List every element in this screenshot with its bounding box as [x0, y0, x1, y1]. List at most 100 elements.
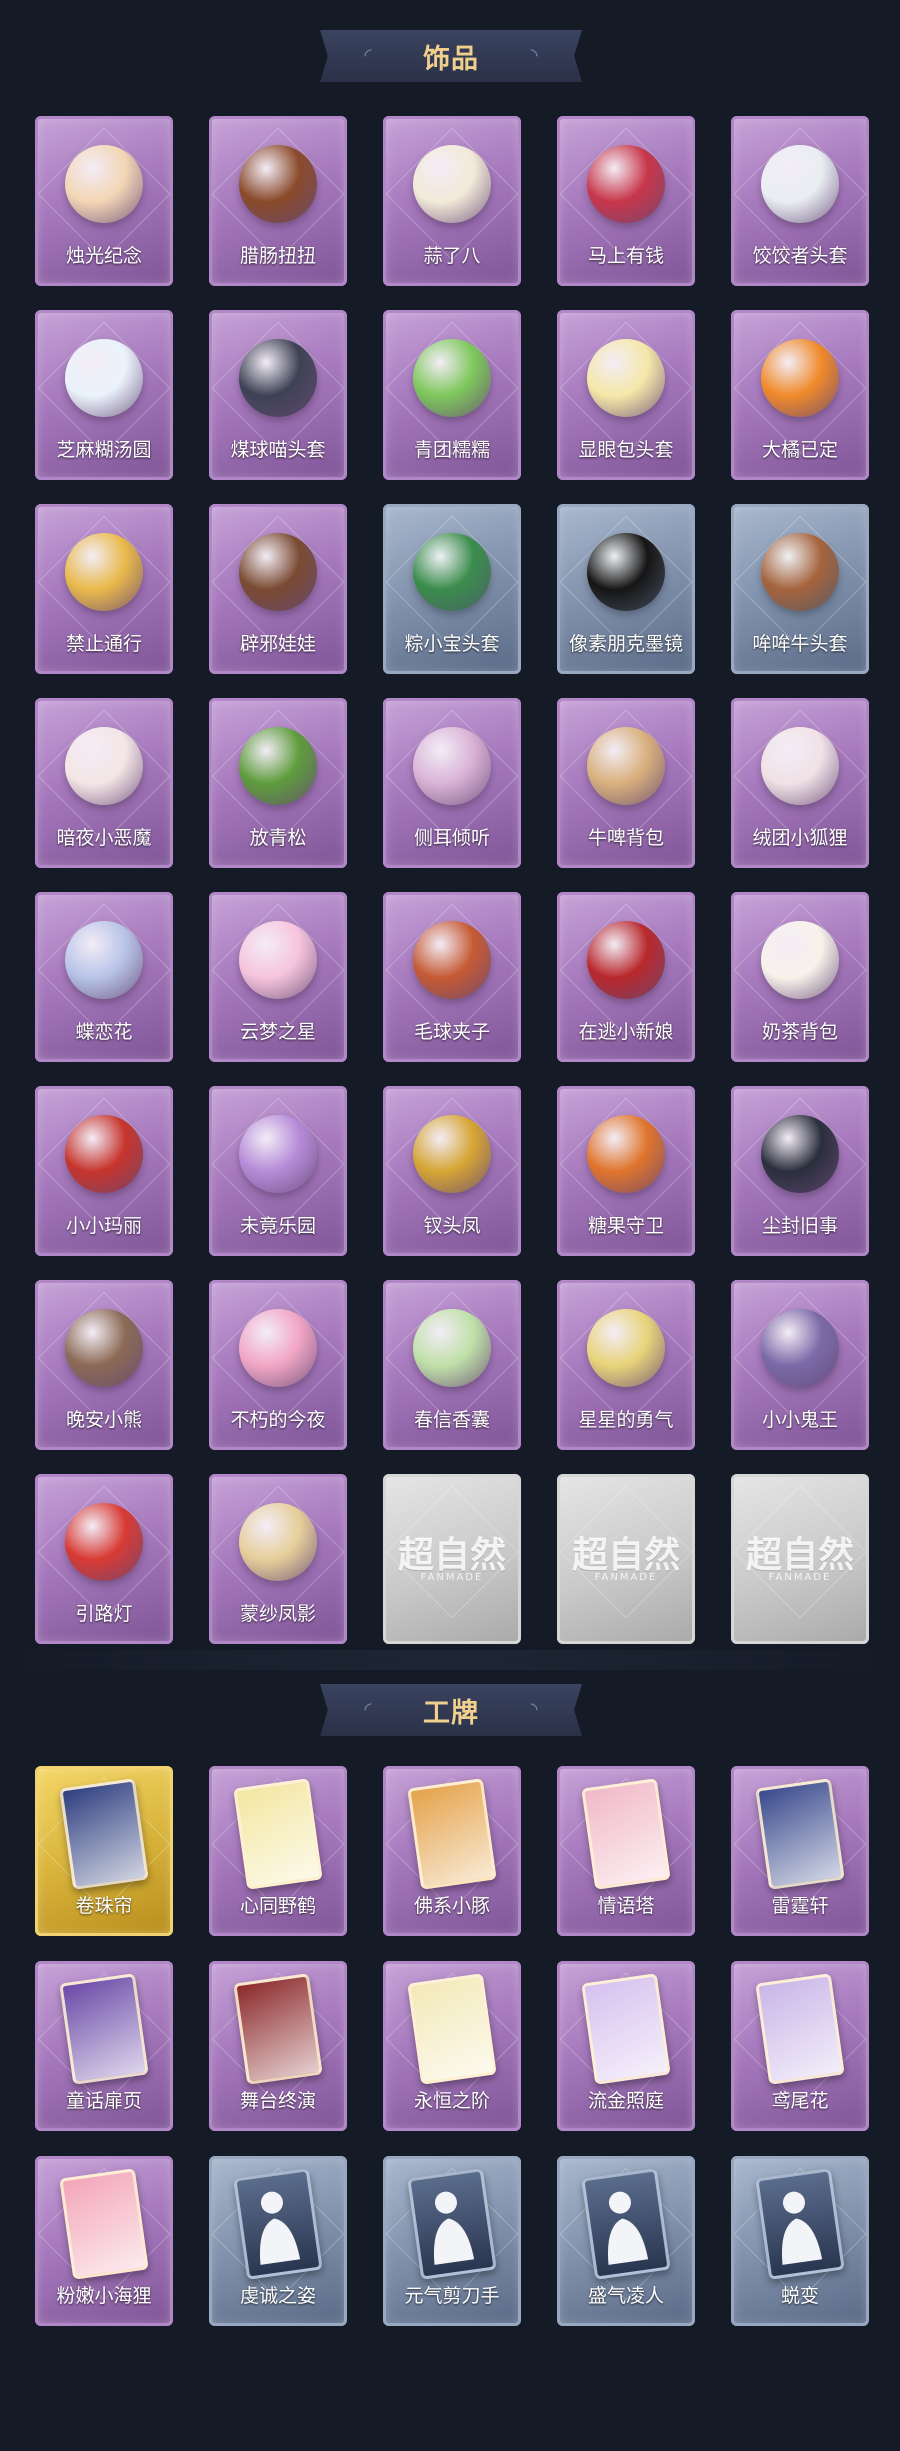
- badge-card[interactable]: 卷珠帘: [35, 1766, 173, 1936]
- accessory-card[interactable]: 烛光纪念: [35, 116, 173, 286]
- orange-slice-icon: [752, 326, 848, 430]
- lantern-icon: [56, 1490, 152, 1594]
- accessory-card[interactable]: 侧耳倾听: [383, 698, 521, 868]
- accessory-card[interactable]: 小小鬼王: [731, 1280, 869, 1450]
- accessory-card[interactable]: 大橘已定: [731, 310, 869, 480]
- accessory-card[interactable]: 绒团小狐狸: [731, 698, 869, 868]
- badge-card-icon: [578, 1778, 674, 1890]
- badge-card-icon: [56, 2168, 152, 2280]
- accessory-card[interactable]: 不朽的今夜: [209, 1280, 347, 1450]
- accessory-card[interactable]: 尘封旧事: [731, 1086, 869, 1256]
- accessory-card[interactable]: 暗夜小恶魔: [35, 698, 173, 868]
- badge-card[interactable]: 舞台终演: [209, 1961, 347, 2131]
- accessory-card[interactable]: 粽小宝头套: [383, 504, 521, 674]
- badge-card[interactable]: 雷霆轩: [731, 1766, 869, 1936]
- accessory-card[interactable]: 小小玛丽: [35, 1086, 173, 1256]
- badge-card[interactable]: 佛系小豚: [383, 1766, 521, 1936]
- accessory-card[interactable]: 蝶恋花: [35, 892, 173, 1062]
- badge-card[interactable]: 鸢尾花: [731, 1961, 869, 2131]
- accessory-card[interactable]: 糖果守卫: [557, 1086, 695, 1256]
- badge-card[interactable]: 元气剪刀手: [383, 2156, 521, 2326]
- accessory-card[interactable]: 奶茶背包: [731, 892, 869, 1062]
- badge-card-icon: [578, 1973, 674, 2085]
- placeholder-logo-sub: FANMADE: [420, 1572, 484, 1583]
- accessory-card[interactable]: 放青松: [209, 698, 347, 868]
- card-label: 像素朋克墨镜: [568, 633, 683, 655]
- accessory-card[interactable]: 超自然 FANMADE: [731, 1474, 869, 1644]
- red-panda-clip-icon: [404, 908, 500, 1012]
- beer-mug-backpack-icon: [578, 714, 674, 818]
- card-label: 哞哞牛头套: [752, 633, 848, 655]
- accessory-card[interactable]: 星星的勇气: [557, 1280, 695, 1450]
- accessory-card[interactable]: 显眼包头套: [557, 310, 695, 480]
- card-label: 永恒之阶: [413, 2090, 490, 2112]
- badge-card-icon: [56, 1973, 152, 2085]
- dumpling-head-icon: [752, 132, 848, 236]
- placeholder-logo-sub: FANMADE: [594, 1572, 658, 1583]
- accessory-card[interactable]: 辟邪娃娃: [209, 504, 347, 674]
- badge-card[interactable]: 虔诚之姿: [209, 2156, 347, 2326]
- accessory-card[interactable]: 云梦之星: [209, 892, 347, 1062]
- accessory-card[interactable]: 煤球喵头套: [209, 310, 347, 480]
- accessory-card[interactable]: 超自然 FANMADE: [557, 1474, 695, 1644]
- accessory-card[interactable]: 青团糯糯: [383, 310, 521, 480]
- card-label: 鸢尾花: [771, 2090, 829, 2112]
- pumpkin-guard-icon: [578, 1102, 674, 1206]
- badges-section: ◜ 工牌 ◝ 卷珠帘 心同野鹤 佛系小豚 情语塔 雷霆轩童话扉页 舞台终演 永恒之阶 流金照庭…: [0, 1650, 900, 2451]
- accessory-card[interactable]: 腊肠扭扭: [209, 116, 347, 286]
- bride-veil-icon: [578, 908, 674, 1012]
- badge-card[interactable]: 粉嫩小海狸: [35, 2156, 173, 2326]
- accessory-card[interactable]: 晚安小熊: [35, 1280, 173, 1450]
- badge-card[interactable]: 童话扉页: [35, 1961, 173, 2131]
- green-dumpling-icon: [404, 326, 500, 430]
- placeholder-logo: 超自然: [745, 1534, 854, 1576]
- badge-card-icon: [752, 1973, 848, 2085]
- accessory-card[interactable]: 引路灯: [35, 1474, 173, 1644]
- badge-card[interactable]: 心同野鹤: [209, 1766, 347, 1936]
- badge-card[interactable]: 盛气凌人: [557, 2156, 695, 2326]
- card-label: 引路灯: [75, 1603, 133, 1625]
- phoenix-crown-icon: [404, 1102, 500, 1206]
- card-label: 尘封旧事: [761, 1215, 838, 1237]
- accessory-card[interactable]: 蒜了八: [383, 116, 521, 286]
- pixel-sunglasses-icon: [578, 520, 674, 624]
- card-label: 毛球夹子: [413, 1021, 490, 1043]
- accessory-card[interactable]: 马上有钱: [557, 116, 695, 286]
- lightbulb-head-icon: [578, 326, 674, 430]
- accessory-card[interactable]: 牛啤背包: [557, 698, 695, 868]
- accessory-card[interactable]: 毛球夹子: [383, 892, 521, 1062]
- accessory-card[interactable]: 饺饺者头套: [731, 116, 869, 286]
- milk-tea-backpack-icon: [752, 908, 848, 1012]
- badge-card-icon: [56, 1778, 152, 1890]
- accessory-card[interactable]: 钗头凤: [383, 1086, 521, 1256]
- badge-card[interactable]: 蜕变: [731, 2156, 869, 2326]
- silhouette-icon: [752, 2168, 848, 2280]
- fox-plush-icon: [752, 714, 848, 818]
- accessory-card[interactable]: 春信香囊: [383, 1280, 521, 1450]
- card-label: 雷霆轩: [771, 1895, 829, 1917]
- accessory-card[interactable]: 蒙纱凤影: [209, 1474, 347, 1644]
- gentleman-charm-icon: [752, 1102, 848, 1206]
- card-label: 粽小宝头套: [404, 633, 500, 655]
- card-label: 马上有钱: [587, 245, 664, 267]
- accessory-card[interactable]: 哞哞牛头套: [731, 504, 869, 674]
- card-label: 不朽的今夜: [230, 1409, 326, 1431]
- traffic-cone-icon: [56, 520, 152, 624]
- accessory-card[interactable]: 未竟乐园: [209, 1086, 347, 1256]
- badge-card[interactable]: 流金照庭: [557, 1961, 695, 2131]
- card-label: 舞台终演: [239, 2090, 316, 2112]
- cow-head-icon: [752, 520, 848, 624]
- badge-card[interactable]: 情语塔: [557, 1766, 695, 1936]
- placeholder-logo-sub: FANMADE: [768, 1572, 832, 1583]
- badge-card[interactable]: 永恒之阶: [383, 1961, 521, 2131]
- silhouette-icon: [230, 2168, 326, 2280]
- accessory-card[interactable]: 芝麻糊汤圆: [35, 310, 173, 480]
- card-label: 云梦之星: [239, 1021, 316, 1043]
- accessory-card[interactable]: 在逃小新娘: [557, 892, 695, 1062]
- bonsai-pine-icon: [230, 714, 326, 818]
- section-banner-badges: ◜ 工牌 ◝: [320, 1684, 582, 1736]
- accessory-card[interactable]: 超自然 FANMADE: [383, 1474, 521, 1644]
- accessory-card[interactable]: 禁止通行: [35, 504, 173, 674]
- card-label: 糖果守卫: [587, 1215, 664, 1237]
- accessory-card[interactable]: 像素朋克墨镜: [557, 504, 695, 674]
